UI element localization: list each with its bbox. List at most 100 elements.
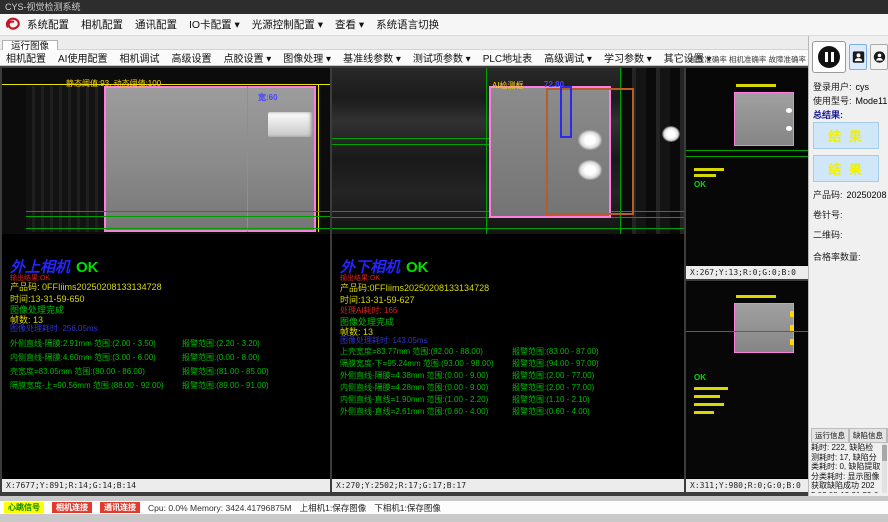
result-ok-badge: OK	[76, 259, 99, 276]
log-scrollbar[interactable]	[882, 443, 887, 493]
green-baseline	[686, 156, 808, 157]
user-switch-button[interactable]	[870, 44, 888, 70]
model-value: Mode11	[856, 96, 888, 106]
threshold-label: 静态阈值:93, 动态阈值:100	[66, 78, 161, 89]
alarm-range: 报警范围:(0.60 - 4.00)	[512, 406, 590, 418]
alarm-range: 报警范围:(83.00 - 87.00)	[512, 346, 599, 358]
green-baseline	[332, 228, 684, 229]
measurement-value: 外侧直线-隔膜:2.91mm 范围:(2.00 - 3.50)	[10, 338, 182, 352]
green-baseline	[686, 150, 808, 151]
measurement-value: 内侧直线-隔膜:4.60mm 范围:(3.00 - 6.00)	[10, 352, 182, 366]
qr-label: 二维码:	[813, 230, 843, 240]
accuracy-label: 帧数准确率 相机准确率 故障准确率	[689, 54, 806, 65]
status-bar: 心跳信号 相机连接 通讯连接 Cpu: 0.0% Memory: 3424.41…	[0, 500, 888, 514]
upper-camera-save-link[interactable]: 上相机1:保存图像	[300, 502, 367, 514]
measurement-value: 外侧直线-隔膜=4.38mm 范围:(0.00 - 9.00)	[340, 370, 512, 382]
caption-mark	[694, 403, 724, 406]
info-tabs: 运行信息缺陷信息报错信息	[811, 428, 888, 443]
toolbar-item[interactable]: 学习参数 ▾	[604, 50, 652, 65]
menu-item[interactable]: IO卡配置 ▾	[189, 17, 240, 32]
caption-mark	[694, 387, 728, 390]
menu-bar: 系统配置相机配置通讯配置 IO卡配置 ▾ 光源控制配置 ▾ 查看 ▾ 系统语言切换	[0, 14, 888, 36]
toolbar-item[interactable]: 测试项参数 ▾	[413, 50, 471, 65]
toolbar-item[interactable]: 基准线参数 ▾	[343, 50, 401, 65]
highlight-mark	[790, 311, 794, 317]
toolbar-item[interactable]: 相机配置	[6, 50, 46, 65]
user-icon	[873, 49, 886, 65]
camera-view-left: 静态阈值:93, 动态阈值:100 宽:60 外上相机OK 输出结果:OK 产品…	[2, 68, 330, 492]
alarm-range: 报警范围:(2.00 - 77.00)	[512, 382, 594, 394]
small-camera-image-2[interactable]: OK	[686, 281, 808, 478]
result-ok-badge: OK	[694, 180, 706, 189]
result-ok-badge: OK	[406, 259, 429, 276]
toolbar-item[interactable]: 点胶设置 ▾	[223, 50, 271, 65]
qr-row: 二维码:	[813, 228, 843, 241]
green-guide-line	[486, 68, 487, 234]
caption-mark	[694, 168, 724, 171]
camera-connect-badge: 相机连接	[52, 502, 92, 513]
measurement-value: 隔膜宽度-下=95.24mm 范围:(93.00 - 98.00)	[340, 358, 512, 370]
menu-item[interactable]: 光源控制配置 ▾	[252, 17, 323, 32]
pause-button[interactable]	[812, 41, 846, 73]
toolbar: 相机配置 AI使用配置相机调试高级设置点胶设置 ▾ 图像处理 ▾ 基准线参数 ▾ 测试项…	[0, 50, 810, 66]
info-tab[interactable]: 运行信息	[811, 428, 849, 443]
caption-mark	[736, 84, 776, 87]
menu-item[interactable]: 相机配置	[81, 17, 123, 32]
menu-item[interactable]: 通讯配置	[135, 17, 177, 32]
camera-view-middle: AI检测框 72.80 外下相机OK 输出结果:OK 产品码:0FFIiims2…	[332, 68, 684, 492]
led-highlight	[786, 126, 792, 131]
total-result-row: 总结果:	[813, 108, 843, 121]
measurement-value: 壳宽度=83.05mm 范围:(80.00 - 86.00)	[10, 366, 182, 380]
toolbar-item[interactable]: AI使用配置	[58, 50, 107, 65]
menu-item[interactable]: 查看 ▾	[335, 17, 364, 32]
control-panel: 登录用户:cys 使用型号:Mode11 总结果: 结 果结 果 产品码:202…	[808, 36, 888, 496]
left-camera-image[interactable]: 静态阈值:93, 动态阈值:100 宽:60	[2, 68, 330, 234]
toolbar-item[interactable]: 图像处理 ▾	[283, 50, 331, 65]
alarm-range: 报警范围:(89.00 - 91.00)	[182, 380, 269, 394]
camera-view-small-1: OK X:267;Y:13;R:0;G:0;B:0	[686, 68, 808, 279]
app-window: CYS-视觉检测系统 系统配置相机配置通讯配置IO卡配置 ▾光源控制配置 ▾查看…	[0, 0, 888, 522]
user-login-button[interactable]	[849, 44, 867, 70]
toolbar-items: 相机配置 AI使用配置相机调试高级设置点胶设置 ▾ 图像处理 ▾ 基准线参数 ▾ 测试项…	[6, 50, 712, 65]
toolbar-item[interactable]: PLC地址表	[483, 50, 532, 65]
pixel-coords-middle: X:270;Y:2502;R:17;G:17;B:17	[332, 479, 684, 492]
lower-camera-save-link[interactable]: 下相机1:保存图像	[374, 502, 441, 514]
menu-item[interactable]: 系统配置	[27, 17, 69, 32]
measurement-row: 外侧直线-隔膜:2.91mm 范围:(2.00 - 3.50) 报警范围:(2.…	[10, 338, 328, 352]
small-camera-image-1[interactable]: OK	[686, 68, 808, 265]
heartbeat-badge: 心跳信号	[4, 502, 44, 513]
measurement-row: 内侧直线-隔膜=4.28mm 范围:(0.00 - 9.00) 报警范围:(2.…	[340, 382, 682, 394]
measurement-row: 内侧直线-隔膜:4.60mm 范围:(3.00 - 6.00) 报警范围:(0.…	[10, 352, 328, 366]
model-row: 使用型号:Mode11	[813, 94, 887, 107]
measurement-row: 外侧直线-直线=2.61mm 范围:(0.60 - 4.00) 报警范围:(0.…	[340, 406, 682, 418]
caption-mark	[694, 174, 716, 177]
total-result-label: 总结果:	[813, 110, 843, 120]
led-highlight	[578, 130, 602, 150]
cpu-memory-text: Cpu: 0.0% Memory: 3424.41796875M	[148, 503, 292, 513]
middle-camera-image[interactable]: AI检测框 72.80	[332, 68, 684, 234]
green-baseline	[686, 331, 808, 332]
toolbar-item[interactable]: 相机调试	[119, 50, 159, 65]
green-baseline	[26, 228, 330, 229]
measurement-value: 隔膜宽度-上=90.56mm 范围:(88.00 - 92.00)	[10, 380, 182, 394]
view-tab-row: 运行图像	[0, 36, 810, 50]
measurement-value: 内侧直线-直线=1.90mm 范围:(1.00 - 2.20)	[340, 394, 512, 406]
measurement-value: 外侧直线-直线=2.61mm 范围:(0.60 - 4.00)	[340, 406, 512, 418]
info-tab[interactable]: 缺陷信息	[849, 428, 887, 443]
measurement-value: 内侧直线-隔膜=4.28mm 范围:(0.00 - 9.00)	[340, 382, 512, 394]
scrollbar-thumb[interactable]	[882, 445, 887, 461]
toolbar-item[interactable]: 高级调试 ▾	[544, 50, 592, 65]
led-highlight	[662, 126, 680, 142]
led-highlight	[786, 108, 792, 113]
run-log: 耗时: 222, 缺陷检测耗时: 17, 缺陷分类耗时: 0, 缺陷提取分类耗时…	[811, 443, 881, 493]
needle-label: 卷针号:	[813, 210, 843, 220]
highlight-mark	[790, 325, 794, 331]
toolbar-item[interactable]: 高级设置	[171, 50, 211, 65]
alarm-range: 报警范围:(2.20 - 3.20)	[182, 338, 260, 352]
pixel-coords-left: X:7677;Y:891;R:14;G:14;B:14	[2, 479, 330, 492]
menu-item[interactable]: 系统语言切换	[376, 17, 439, 32]
tab-connector	[268, 112, 314, 137]
yellow-guide-line	[2, 84, 330, 85]
product-code-value: 20250208	[847, 190, 887, 200]
login-user-value: cys	[856, 82, 870, 92]
